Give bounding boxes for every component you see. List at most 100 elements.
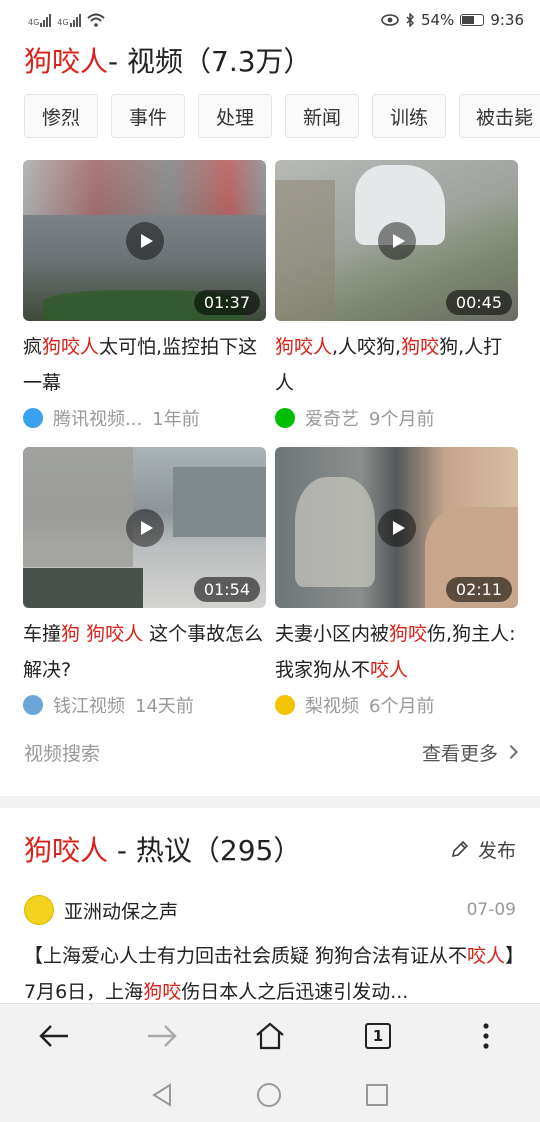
post-content[interactable]: 【上海爱心人士有力回击社会质疑 狗狗合法有证从不咬人】7月6日，上海狗咬伤日本人… (0, 938, 540, 1010)
filter-chips: 惨烈 事件 处理 新闻 训练 被击毙 (0, 94, 540, 138)
video-search-link[interactable]: 视频搜索 (24, 739, 100, 766)
video-card[interactable]: 01:37 疯狗咬人太可怕,监控拍下这一幕 腾讯视频... 1年前 (23, 160, 266, 435)
tabs-button[interactable]: 1 (348, 1006, 408, 1066)
back-button[interactable] (24, 1006, 84, 1066)
keyword-highlight: 狗咬人 (42, 336, 100, 358)
keyword-highlight: 狗 (61, 623, 81, 645)
chip-4[interactable]: 训练 (372, 94, 446, 138)
keyword-highlight: 狗咬 (143, 981, 182, 1003)
discussion-keyword[interactable]: 狗咬人 (24, 834, 108, 867)
video-time: 6个月前 (369, 696, 435, 717)
signal-icon: 4G (28, 13, 52, 27)
video-duration: 00:45 (445, 290, 512, 315)
bluetooth-icon (406, 13, 415, 27)
video-section-title: 狗咬人 - 视频（7.3万） (0, 40, 540, 82)
publish-label: 发布 (477, 839, 516, 862)
video-title[interactable]: 车撞狗 狗咬人 这个事故怎么解决? (23, 616, 266, 688)
video-grid: 01:37 疯狗咬人太可怕,监控拍下这一幕 腾讯视频... 1年前 00:45 … (0, 160, 540, 722)
system-recents-icon[interactable] (365, 1083, 389, 1107)
system-back-icon[interactable] (151, 1083, 173, 1107)
author-name: 亚洲动保之声 (64, 900, 179, 923)
video-title[interactable]: 疯狗咬人太可怕,监控拍下这一幕 (23, 329, 266, 401)
title-text: 车撞 (23, 623, 62, 645)
video-title[interactable]: 夫妻小区内被狗咬伤,狗主人:我家狗从不咬人 (275, 616, 518, 688)
play-icon[interactable] (377, 508, 416, 547)
video-source: 爱奇艺 (305, 409, 359, 430)
keyword-highlight: 狗咬 (389, 623, 428, 645)
publish-button[interactable]: 发布 (450, 836, 516, 863)
play-icon[interactable] (125, 508, 164, 547)
status-bar: 4G 4G 54% 9:36 (0, 0, 540, 40)
chip-2[interactable]: 处理 (198, 94, 272, 138)
title-text: ,人咬狗, (332, 336, 402, 358)
video-meta: 梨视频 6个月前 (275, 688, 518, 722)
video-title[interactable]: 狗咬人,人咬狗,狗咬狗,人打人 (275, 329, 518, 401)
system-home-icon[interactable] (256, 1082, 282, 1108)
video-card[interactable]: 02:11 夫妻小区内被狗咬伤,狗主人:我家狗从不咬人 梨视频 6个月前 (275, 447, 518, 722)
more-vertical-icon (483, 1023, 489, 1049)
home-icon (256, 1022, 284, 1050)
pencil-icon (451, 840, 469, 858)
title-text: 夫妻小区内被 (275, 623, 390, 645)
video-footer: 视频搜索 查看更多 (0, 724, 540, 780)
play-icon[interactable] (125, 221, 164, 260)
keyword-highlight: 狗咬人 (275, 336, 333, 358)
discussion-title-rest: - 热议（295） (108, 834, 302, 867)
video-duration: 01:37 (193, 290, 260, 315)
source-logo-icon (275, 408, 295, 428)
source-logo-icon (275, 695, 295, 715)
avatar (24, 895, 54, 925)
video-source: 腾讯视频... (53, 409, 143, 430)
source-logo-icon (23, 695, 43, 715)
video-duration: 01:54 (193, 577, 260, 602)
video-meta: 爱奇艺 9个月前 (275, 401, 518, 435)
video-meta: 腾讯视频... 1年前 (23, 401, 266, 435)
post-date: 07-09 (466, 900, 516, 920)
source-logo-icon (23, 408, 43, 428)
video-duration: 02:11 (445, 577, 512, 602)
video-keyword[interactable]: 狗咬人 (24, 40, 108, 80)
menu-button[interactable] (456, 1006, 516, 1066)
discussion-header: 狗咬人 - 热议（295） 发布 (0, 808, 540, 890)
network-type-label-2: 4G (57, 18, 69, 27)
browser-toolbar: 1 (0, 1003, 540, 1068)
system-navigation-bar (0, 1068, 540, 1122)
chip-3[interactable]: 新闻 (285, 94, 359, 138)
keyword-highlight: 咬人 (467, 945, 506, 967)
battery-percent: 54% (420, 11, 455, 29)
post-author[interactable]: 亚洲动保之声 (24, 895, 178, 925)
video-thumbnail[interactable]: 02:11 (275, 447, 518, 608)
title-text: 【上海爱心人士有力回击社会质疑 狗狗合法有证从不 (24, 945, 468, 967)
home-button[interactable] (240, 1006, 300, 1066)
chip-0[interactable]: 惨烈 (24, 94, 98, 138)
video-time: 14天前 (135, 696, 194, 717)
keyword-highlight: 狗咬 (401, 336, 440, 358)
arrow-left-icon (39, 1025, 68, 1047)
video-meta: 钱江视频 14天前 (23, 688, 266, 722)
video-source: 钱江视频 (53, 696, 125, 717)
video-thumbnail[interactable]: 00:45 (275, 160, 518, 321)
video-thumbnail[interactable]: 01:37 (23, 160, 266, 321)
eye-icon (381, 14, 399, 26)
clock: 9:36 (490, 11, 524, 29)
video-title-rest: - 视频（7.3万） (108, 45, 312, 78)
tabs-count: 1 (365, 1023, 391, 1049)
title-text: 疯 (23, 336, 43, 358)
keyword-highlight: 狗咬人 (86, 623, 144, 645)
video-time: 1年前 (152, 409, 200, 430)
arrow-right-icon (148, 1025, 177, 1047)
video-card[interactable]: 01:54 车撞狗 狗咬人 这个事故怎么解决? 钱江视频 14天前 (23, 447, 266, 722)
chip-1[interactable]: 事件 (111, 94, 185, 138)
chevron-right-icon (503, 744, 519, 760)
keyword-highlight: 咬人 (370, 659, 409, 681)
video-card[interactable]: 00:45 狗咬人,人咬狗,狗咬狗,人打人 爱奇艺 9个月前 (275, 160, 518, 435)
video-thumbnail[interactable]: 01:54 (23, 447, 266, 608)
chip-5[interactable]: 被击毙 (459, 94, 540, 138)
forward-button[interactable] (132, 1006, 192, 1066)
play-icon[interactable] (377, 221, 416, 260)
see-more-label: 查看更多 (421, 742, 498, 765)
title-text: 伤日本人之后迅速引发动... (181, 981, 409, 1003)
section-divider (0, 796, 540, 808)
network-type-label: 4G (28, 18, 40, 27)
see-more-link[interactable]: 查看更多 (421, 739, 519, 766)
